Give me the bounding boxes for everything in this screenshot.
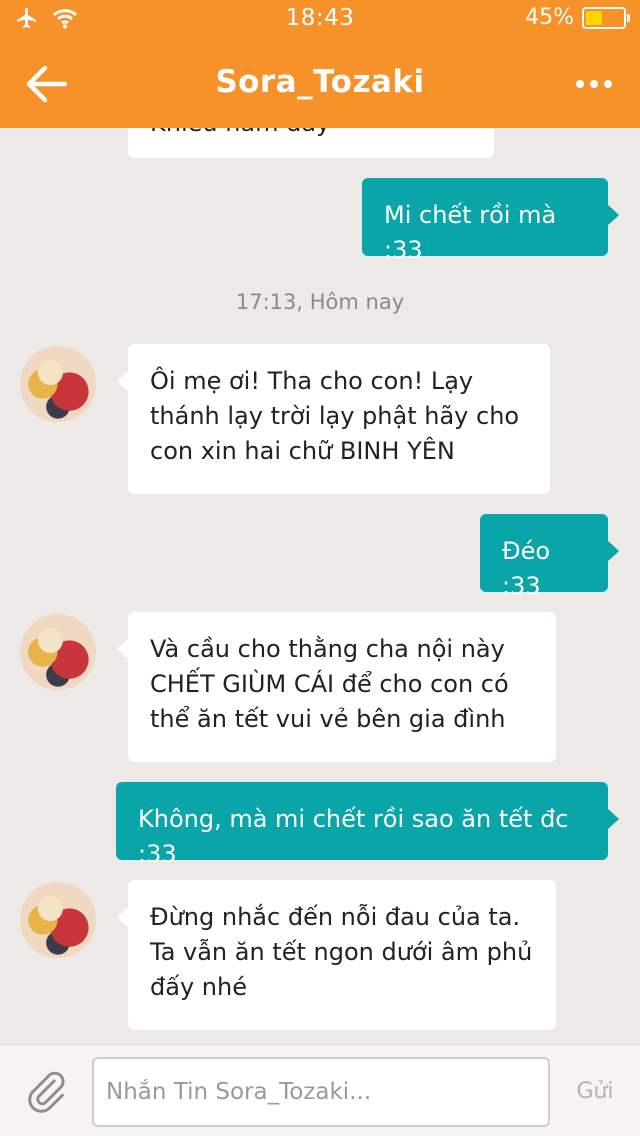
message-text: Mi chết rồi mà :33 bbox=[384, 201, 557, 264]
more-dot bbox=[576, 80, 584, 88]
status-right: 45% bbox=[525, 5, 630, 30]
page-title: Sora_Tozaki bbox=[215, 64, 425, 100]
message-text: Đéo :33 bbox=[502, 537, 551, 600]
incoming-message[interactable]: Đừng nhắc đến nỗi đau của ta. Ta vẫn ăn … bbox=[117, 880, 556, 1030]
chat-thread[interactable]: Khiêu nam đây Mi chết rồi mà :33 17:13, … bbox=[0, 128, 640, 1044]
avatar[interactable] bbox=[20, 882, 96, 958]
battery-percent: 45% bbox=[525, 5, 574, 30]
message-input[interactable] bbox=[92, 1057, 550, 1127]
incoming-message-partial[interactable]: Khiêu nam đây bbox=[128, 128, 494, 158]
incoming-message[interactable]: Ôi mẹ ơi! Tha cho con! Lạy thánh lạy trờ… bbox=[117, 344, 550, 494]
message-text: Khiêu nam đây bbox=[150, 128, 330, 141]
message-text: Và cầu cho thằng cha nội này CHẾT GIÙM C… bbox=[150, 635, 509, 733]
status-bar: 18:43 45% bbox=[0, 0, 640, 40]
nav-bar: Sora_Tozaki bbox=[0, 40, 640, 128]
outgoing-message[interactable]: Đéo :33 bbox=[480, 514, 619, 600]
message-timestamp: 17:13, Hôm nay bbox=[235, 290, 405, 314]
avatar[interactable] bbox=[20, 614, 96, 690]
attach-button[interactable] bbox=[22, 1067, 70, 1115]
more-dot bbox=[604, 80, 612, 88]
send-button[interactable]: Gửi bbox=[560, 1067, 630, 1115]
message-text: Ôi mẹ ơi! Tha cho con! Lạy thánh lạy trờ… bbox=[150, 367, 520, 465]
app-header: 18:43 45% Sora_Tozaki bbox=[0, 0, 640, 128]
more-dot bbox=[590, 80, 598, 88]
more-button[interactable] bbox=[570, 70, 618, 98]
battery-fill bbox=[586, 10, 603, 25]
composer-bar: Gửi bbox=[0, 1044, 640, 1136]
outgoing-message[interactable]: Không, mà mi chết rồi sao ăn tết đc :33 bbox=[116, 782, 619, 868]
paperclip-icon bbox=[28, 1071, 65, 1113]
message-text: Không, mà mi chết rồi sao ăn tết đc :33 bbox=[138, 805, 569, 868]
avatar[interactable] bbox=[20, 346, 96, 422]
incoming-message[interactable]: Và cầu cho thằng cha nội này CHẾT GIÙM C… bbox=[117, 612, 556, 762]
outgoing-message[interactable]: Mi chết rồi mà :33 bbox=[362, 178, 619, 264]
message-text: Đừng nhắc đến nỗi đau của ta. Ta vẫn ăn … bbox=[150, 903, 533, 1001]
battery-icon bbox=[582, 6, 630, 29]
